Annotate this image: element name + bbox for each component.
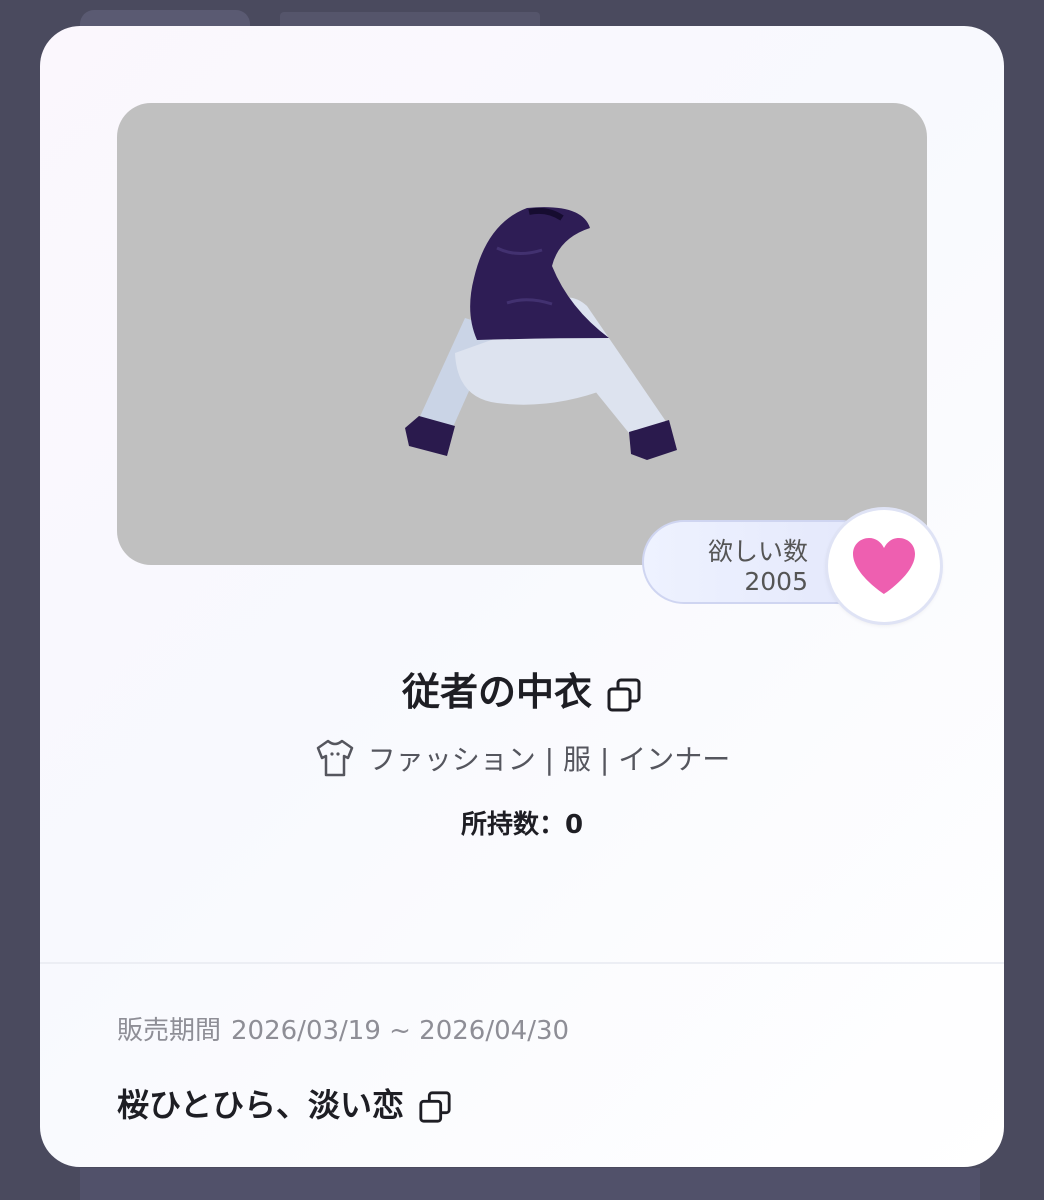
heart-icon (853, 538, 915, 594)
section-divider (40, 962, 1004, 964)
background-bottom-strip (80, 1168, 980, 1200)
item-category: ファッション | 服 | インナー (367, 743, 731, 776)
copy-icon[interactable] (418, 1090, 452, 1124)
sale-period-value: 2026/03/19 ~ 2026/04/30 (231, 1016, 570, 1046)
event-title-row: 桜ひとひら、淡い恋 (117, 1080, 452, 1126)
item-title-row: 従者の中衣 (40, 661, 1004, 716)
shirt-icon (316, 739, 353, 777)
item-detail-card: 欲しい数 2005 従者の中衣 ファッション | 服 | インナー 所持数：0 … (40, 26, 1004, 1167)
item-title: 従者の中衣 (401, 670, 592, 714)
wish-counter: 欲しい数 2005 (642, 510, 942, 628)
wish-heart-button[interactable] (828, 510, 940, 622)
sale-period-row: 販売期間 2026/03/19 ~ 2026/04/30 (117, 1010, 579, 1047)
item-art (405, 207, 677, 460)
item-category-row: ファッション | 服 | インナー (40, 738, 1004, 778)
event-title: 桜ひとひら、淡い恋 (117, 1086, 405, 1124)
sale-period-label: 販売期間 (117, 1016, 222, 1046)
copy-icon[interactable] (606, 677, 642, 713)
owned-count: 所持数：0 (460, 810, 584, 840)
wish-count: 2005 (744, 567, 808, 596)
wish-label: 欲しい数 (707, 537, 808, 566)
item-image (117, 103, 927, 565)
